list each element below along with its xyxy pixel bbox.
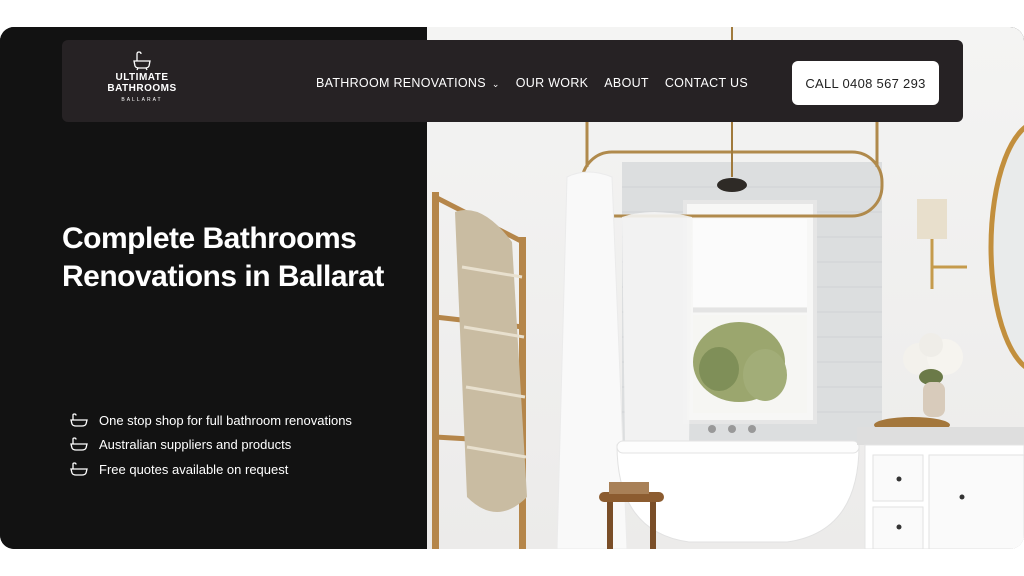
bathtub-icon — [102, 50, 182, 72]
feature-text: Free quotes available on request — [99, 461, 289, 477]
nav-item-our-work[interactable]: OUR WORK — [516, 76, 589, 90]
bathtub-icon — [70, 437, 88, 451]
list-item: One stop shop for full bathroom renovati… — [70, 408, 352, 433]
bathtub-icon — [70, 413, 88, 427]
nav-item-label: BATHROOM RENOVATIONS — [316, 76, 486, 90]
list-item: Australian suppliers and products — [70, 433, 352, 458]
nav-item-about[interactable]: ABOUT — [604, 76, 649, 90]
feature-text: Australian suppliers and products — [99, 437, 292, 453]
bathtub-icon — [70, 462, 88, 476]
feature-list: One stop shop for full bathroom renovati… — [70, 408, 352, 482]
call-button[interactable]: CALL 0408 567 293 — [792, 61, 939, 105]
feature-text: One stop shop for full bathroom renovati… — [99, 412, 352, 428]
chevron-down-icon: ⌄ — [491, 79, 500, 89]
top-navigation-bar: ULTIMATE BATHROOMS BALLARAT BATHROOM REN… — [62, 40, 963, 122]
logo-line-2: BATHROOMS — [107, 83, 177, 94]
nav-item-bathroom-renovations[interactable]: BATHROOM RENOVATIONS ⌄ — [316, 76, 500, 90]
main-menu: BATHROOM RENOVATIONS ⌄ OUR WORK ABOUT CON… — [316, 76, 748, 90]
hero-headline: Complete Bathrooms Renovations in Ballar… — [62, 222, 384, 293]
site-logo[interactable]: ULTIMATE BATHROOMS BALLARAT — [102, 50, 182, 103]
hero-section: ULTIMATE BATHROOMS BALLARAT BATHROOM REN… — [0, 27, 1024, 549]
logo-line-3: BALLARAT — [121, 97, 163, 103]
list-item: Free quotes available on request — [70, 457, 352, 482]
nav-item-contact-us[interactable]: CONTACT US — [665, 76, 748, 90]
logo-line-1: ULTIMATE — [115, 72, 169, 83]
